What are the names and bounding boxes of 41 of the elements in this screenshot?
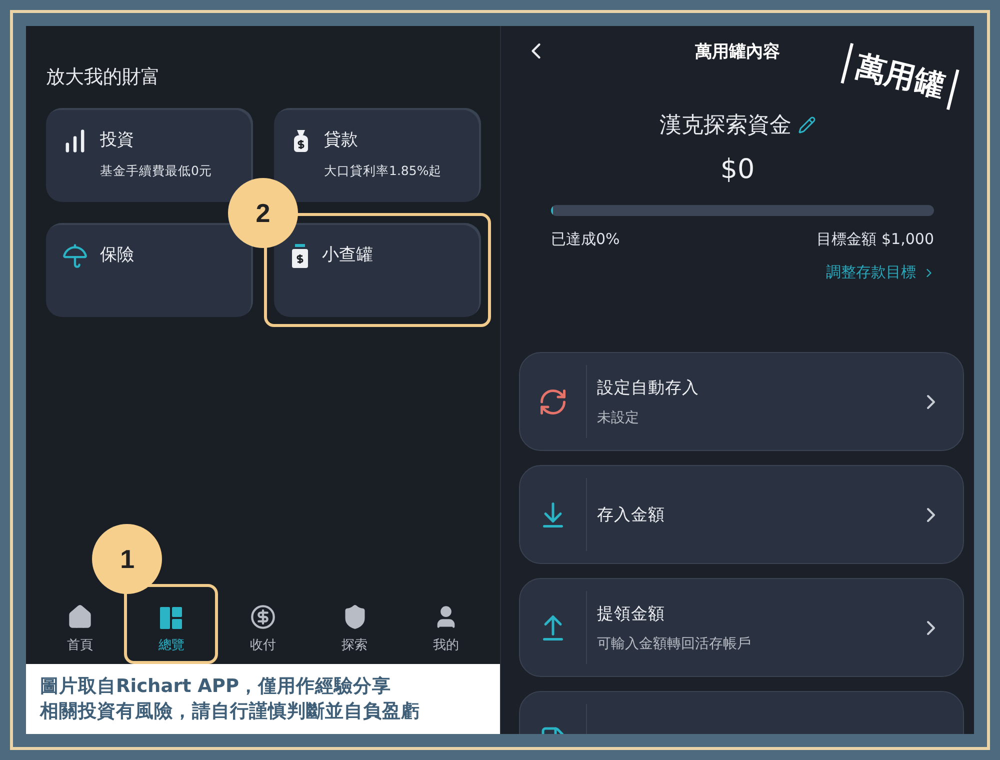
action-title: 提領金額 [597,602,666,624]
feature-card[interactable]: 小查罐 [274,223,481,317]
card-title: 貸款 [324,129,359,151]
nav-tab[interactable]: 探索 [320,604,390,660]
grid-icon [159,606,184,630]
card-subtitle: 基金手續費最低0元 [100,163,212,180]
card-title: 投資 [100,129,135,151]
action-card[interactable]: 設定自動存入 未設定 [519,352,964,451]
nav-tab[interactable]: 我的 [411,604,482,660]
jar-name: 漢克探索資金 [660,112,792,140]
action-card[interactable]: 存入金額 [519,465,964,564]
home-icon [66,604,93,630]
adjust-target-link[interactable]: 調整存款目標 [826,263,936,282]
card-title: 保險 [100,244,134,266]
progress-text: 已達成0% [551,230,620,249]
umbrella-icon [62,243,88,269]
page-title: 萬用罐內容 [695,40,780,62]
jar-icon [290,243,310,269]
nav-tab[interactable]: 首頁 [44,604,115,660]
card-title: 小查罐 [322,244,373,266]
action-subtitle: 可輸入金額轉回活存帳戶 [597,634,752,652]
caption-text: 圖片取自Richart APP，僅用作經驗分享 [40,675,392,699]
jar-amount: $0 [719,154,756,185]
nav-tab[interactable]: 總覽 [136,606,206,660]
feature-card[interactable]: 貸款 大口貸利率1.85%起 [274,108,481,202]
dollar-icon [250,604,276,630]
action-card[interactable]: 提領金額 可輸入金額轉回活存帳戶 [519,578,964,677]
caption-text: 相關投資有風險，請自行謹慎判斷並自負盈虧 [40,700,421,724]
nav-tab[interactable]: 收付 [228,604,298,660]
feature-card[interactable]: 保險 [46,223,253,317]
action-subtitle: 未設定 [597,408,640,426]
action-title: 設定自動存入 [597,376,700,398]
section-title: 放大我的財富 [46,65,161,90]
edit-icon[interactable] [798,116,816,134]
feature-card[interactable]: 投資 基金手續費最低0元 [46,108,253,202]
card-subtitle: 大口貸利率1.85%起 [324,163,442,180]
step-badge: 1 [92,524,162,594]
refresh-icon [538,386,568,416]
target-text: 目標金額 $1,000 [816,230,934,249]
callout-text: 萬用罐 [840,43,960,110]
action-title: 存入金額 [597,504,666,526]
